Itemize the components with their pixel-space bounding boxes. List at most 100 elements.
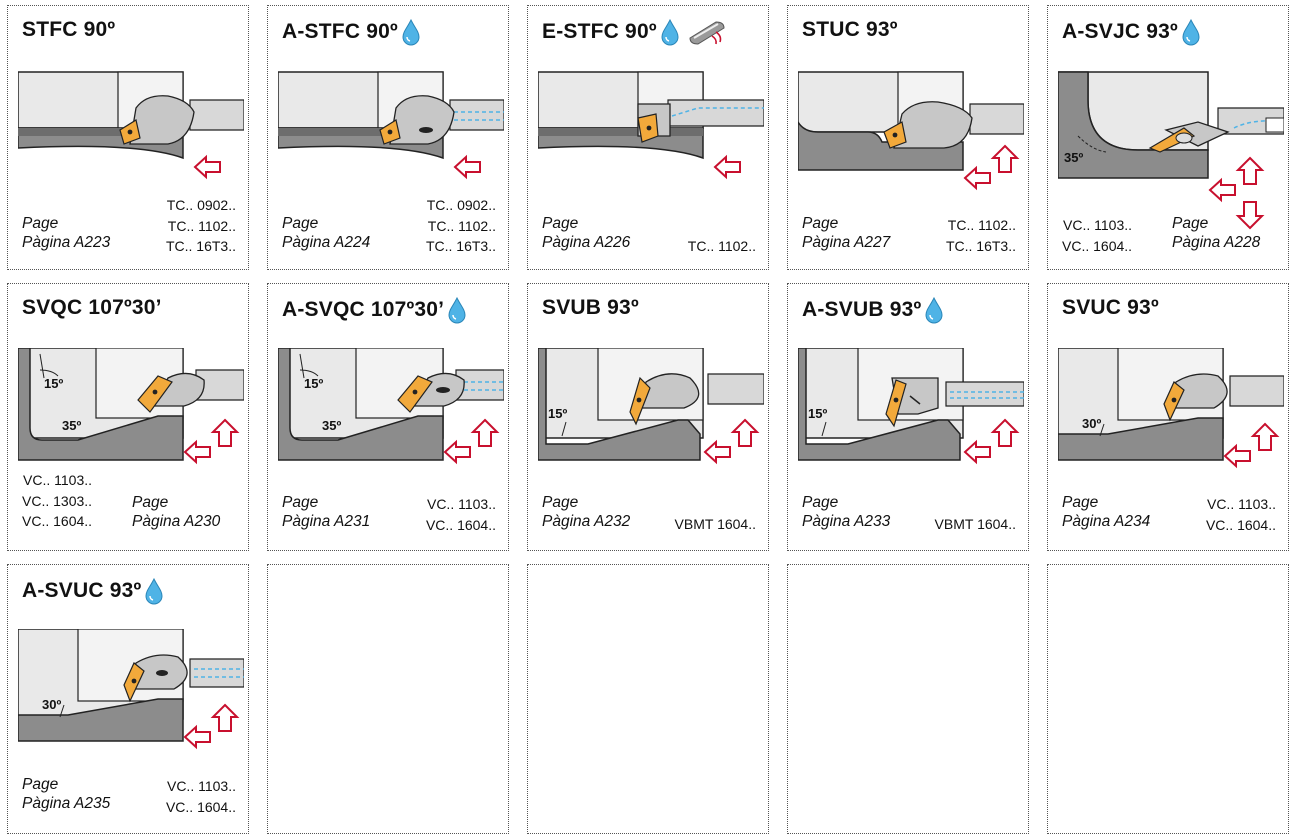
- coolant-drop-icon: [402, 18, 420, 46]
- page-label: Page: [22, 776, 59, 793]
- feed-direction-arrows: [703, 418, 760, 465]
- coolant-drop-icon: [448, 296, 466, 324]
- tool-diagram: [18, 70, 244, 210]
- page-label: Page: [282, 215, 319, 232]
- angle-label: 30º: [1082, 416, 1101, 431]
- feed-direction-arrows: [443, 418, 500, 465]
- tool-card-a-stfc: A-STFC 90º Page Pàgina A224 TC.. 0902.. …: [267, 5, 509, 270]
- insert-code: VC.. 1103..: [1063, 217, 1133, 233]
- insert-code: TC.. 0902..: [426, 197, 496, 213]
- empty-card: [267, 564, 509, 834]
- coolant-drop-icon: [661, 18, 679, 46]
- feed-direction-arrows: [183, 703, 240, 750]
- page-label: Page: [1172, 215, 1209, 232]
- insert-codes: VC.. 1103.. VC.. 1604..: [426, 494, 496, 535]
- coolant-drop-icon: [1182, 18, 1200, 46]
- insert-codes: VC.. 1103.. VC.. 1604..: [1062, 215, 1132, 256]
- insert-code: VC.. 1103..: [1206, 496, 1276, 512]
- page-label: Page: [1062, 494, 1099, 511]
- page-reference: Pàgina A226: [542, 234, 631, 251]
- insert-code: VC.. 1303..: [22, 492, 93, 509]
- angle-label: 30º: [42, 697, 61, 712]
- angle-label: 35º: [1064, 150, 1083, 165]
- insert-code: VBMT 1604..: [674, 516, 756, 532]
- tool-title: STFC 90º: [22, 18, 116, 41]
- feed-direction-arrows: [1223, 422, 1280, 469]
- coolant-drop-icon: [925, 296, 943, 324]
- page-reference: Pàgina A231: [282, 513, 371, 530]
- empty-card: [787, 564, 1029, 834]
- feed-direction-arrows: [453, 154, 481, 180]
- tool-title: STUC 93º: [802, 18, 898, 41]
- tool-card-e-stfc: E-STFC 90º Page Pàgina A226 TC.. 1102..: [527, 5, 769, 270]
- tool-diagram: [538, 71, 764, 160]
- insert-codes: VC.. 1103.. VC.. 1604..: [166, 776, 236, 817]
- insert-codes: TC.. 1102.. TC.. 16T3..: [946, 215, 1016, 256]
- insert-codes: VBMT 1604..: [935, 514, 1016, 535]
- page-label: Page: [542, 494, 579, 511]
- feed-direction-arrows: [963, 144, 1020, 191]
- insert-code: VC.. 1604..: [165, 798, 236, 815]
- insert-codes: VBMT 1604..: [675, 514, 756, 535]
- feed-direction-arrows: [713, 154, 741, 180]
- page-reference: Pàgina A233: [802, 513, 891, 530]
- insert-code: TC.. 16T3..: [945, 237, 1016, 254]
- insert-code: VC.. 1604..: [1205, 516, 1276, 533]
- empty-card: [527, 564, 769, 834]
- feed-direction-arrows: [963, 418, 1020, 465]
- page-label: Page: [22, 215, 59, 232]
- insert-code: VC.. 1604..: [1062, 237, 1133, 254]
- page-reference: Pàgina A232: [542, 513, 631, 530]
- insert-code: TC.. 0902..: [166, 197, 236, 213]
- insert-code: TC.. 1102..: [947, 217, 1016, 233]
- insert-code: TC.. 1102..: [687, 238, 756, 254]
- insert-code: TC.. 16T3..: [165, 238, 236, 254]
- page-reference: Pàgina A235: [22, 795, 111, 812]
- angle-label: 15º: [808, 406, 827, 421]
- page-label: Page: [802, 494, 839, 511]
- tool-title: A-SVJC 93º: [1062, 20, 1178, 43]
- insert-code: VC.. 1103..: [426, 496, 496, 512]
- tool-card-a-svjc: A-SVJC 93º 35º VC.. 1103.. VC.. 1604.. P…: [1047, 5, 1289, 270]
- tool-card-a-svqc: A-SVQC 107º30’ 15º 35º Page Pàgina A231 …: [267, 283, 509, 551]
- tool-title: A-SVUC 93º: [22, 579, 142, 602]
- empty-card: [1047, 564, 1289, 834]
- page-label: Page: [132, 494, 169, 511]
- insert-codes: TC.. 0902.. TC.. 1102.. TC.. 16T3..: [426, 195, 496, 257]
- tool-card-svuc: SVUC 93º 30º Page Pàgina A234 VC.. 1103.…: [1047, 283, 1289, 551]
- feed-direction-arrows: [193, 154, 221, 180]
- tool-card-svqc: SVQC 107º30’ 15º 35º VC.. 1103.. VC.. 13…: [7, 283, 249, 551]
- tool-title: SVUC 93º: [1062, 296, 1159, 319]
- tool-card-stuc: STUC 93º Page Pàgina A227 TC.. 1102.. TC…: [787, 5, 1029, 270]
- angle-label: 15º: [44, 376, 63, 391]
- insert-codes: TC.. 1102..: [688, 236, 756, 257]
- insert-code: TC.. 1102..: [427, 217, 496, 234]
- tool-title: A-SVQC 107º30’: [282, 298, 445, 321]
- insert-code: VC.. 1103..: [166, 778, 236, 794]
- insert-codes: VC.. 1103.. VC.. 1604..: [1206, 494, 1276, 535]
- damped-bar-icon: [689, 21, 725, 45]
- angle-label: 15º: [304, 376, 323, 391]
- tool-title: A-STFC 90º: [282, 20, 398, 43]
- tool-title: SVQC 107º30’: [22, 296, 162, 319]
- insert-codes: TC.. 0902.. TC.. 1102.. TC.. 16T3..: [166, 195, 236, 257]
- angle-label: 35º: [62, 418, 81, 433]
- page-label: Page: [282, 494, 319, 511]
- insert-code: VC.. 1604..: [425, 516, 496, 533]
- page-label: Page: [802, 215, 839, 232]
- page-label: Page: [542, 215, 579, 232]
- page-reference: Pàgina A223: [22, 234, 111, 251]
- insert-code: TC.. 1102..: [167, 217, 236, 234]
- angle-label: 15º: [548, 406, 567, 421]
- coolant-drop-icon: [145, 577, 163, 605]
- insert-code: VBMT 1604..: [934, 516, 1016, 532]
- feed-direction-arrows: [183, 418, 240, 465]
- page-reference: Pàgina A234: [1062, 513, 1151, 530]
- tool-card-a-svub: A-SVUB 93º 15º Page Pàgina A233 VBMT 160…: [787, 283, 1029, 551]
- tool-title: E-STFC 90º: [542, 20, 657, 43]
- page-reference: Pàgina A224: [282, 234, 371, 251]
- tool-diagram: [278, 71, 504, 160]
- tool-title: A-SVUB 93º: [802, 298, 922, 321]
- tool-title: SVUB 93º: [542, 296, 639, 319]
- tool-card-a-svuc: A-SVUC 93º 30º Page Pàgina A235 VC.. 110…: [7, 564, 249, 834]
